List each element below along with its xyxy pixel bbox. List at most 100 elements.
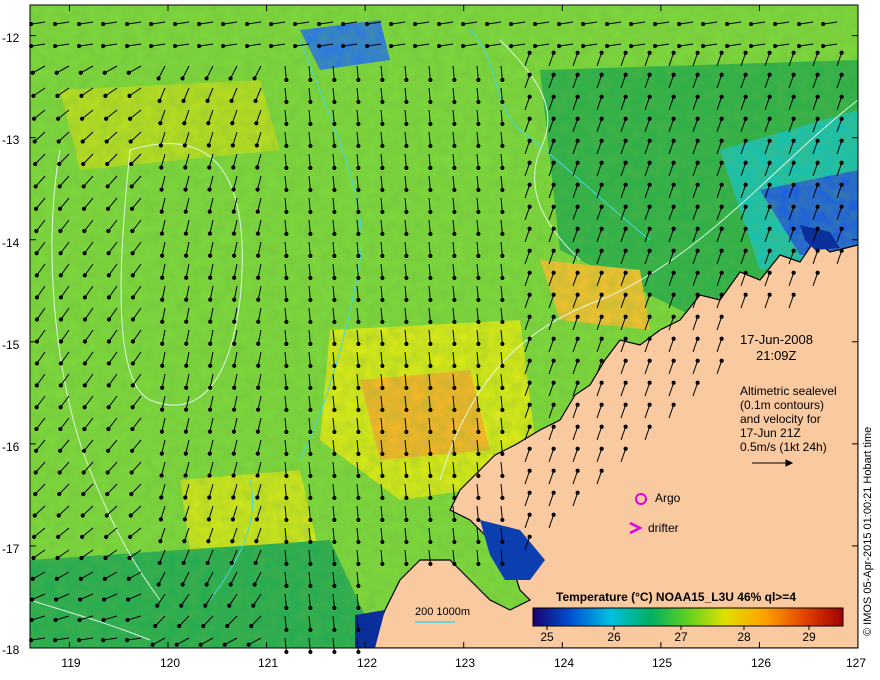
velocity-arrow-head [356,429,361,435]
velocity-arrow-head [356,627,361,633]
velocity-arrow-head [77,21,82,27]
velocity-arrow-head [575,204,580,209]
velocity-arrow-head [308,231,313,237]
velocity-arrow-head [743,138,748,143]
velocity-arrow-head [575,292,580,297]
velocity-arrow-head [308,77,313,83]
velocity-arrow-head [53,21,58,27]
velocity-arrow-head [55,555,60,561]
velocity-arrow-head [206,517,211,522]
velocity-arrow-head [719,50,724,55]
velocity-arrow-head [130,339,136,344]
lon-label-122: 122 [356,656,378,670]
velocity-arrow-head [647,204,652,209]
velocity-arrow-head [58,361,64,366]
velocity-arrow-head [284,341,289,347]
velocity-arrow-head [695,116,700,121]
velocity-arrow-head [332,187,337,193]
velocity-arrow-head [575,402,580,407]
velocity-arrow-head [476,517,481,523]
velocity-arrow-head [232,319,237,324]
velocity-arrow-head [356,297,361,303]
velocity-arrow-head [743,94,748,99]
velocity-arrow-head [208,319,213,324]
velocity-arrow-head [81,470,86,475]
velocity-arrow-head [231,187,236,192]
velocity-arrow-head [308,121,313,127]
velocity-arrow-head [599,380,604,385]
velocity-arrow-head [428,561,433,567]
velocity-arrow-head [308,583,313,589]
velocity-arrow-head [204,76,209,81]
velocity-arrow-head [34,295,40,300]
velocity-arrow-head [54,70,59,75]
velocity-arrow-head [428,539,433,545]
velocity-arrow-head [284,517,289,523]
velocity-arrow-head [58,273,63,278]
velocity-arrow-head [839,94,844,99]
velocity-arrow-head [197,43,202,49]
velocity-arrow-head [158,121,163,126]
velocity-arrow-head [380,209,385,215]
velocity-arrow-head [815,204,820,209]
velocity-arrow-head [428,341,433,347]
velocity-arrow-head [106,273,111,278]
velocity-arrow-head [743,182,748,187]
velocity-arrow-head [791,292,796,297]
velocity-arrow-head [308,297,313,303]
velocity-arrow-head [599,424,604,429]
colorbar-label-28: 28 [737,630,751,644]
time-text: 21:09Z [756,348,797,363]
velocity-note-line: (0.1m contours) [740,398,825,412]
velocity-arrow-head [56,139,61,144]
velocity-arrow-head [839,182,844,187]
velocity-arrow-head [105,470,110,475]
velocity-arrow-head [527,314,532,319]
velocity-arrow-head [404,275,409,281]
velocity-arrow-head [452,77,457,83]
velocity-arrow-head [356,143,361,149]
velocity-arrow-head [184,297,189,302]
velocity-arrow-head [428,363,433,369]
velocity-arrow-head [53,617,58,623]
velocity-arrow-head [719,314,724,319]
velocity-arrow-head [719,182,724,187]
velocity-arrow-head [791,226,796,231]
velocity-arrow-head [130,273,135,278]
velocity-arrow-head [332,165,337,171]
velocity-arrow-head [623,72,628,77]
velocity-arrow-head [551,94,556,99]
velocity-arrow-head [527,94,532,99]
velocity-arrow-head [551,358,556,363]
velocity-arrow-head [551,116,556,121]
velocity-arrow-head [404,429,409,435]
velocity-arrow-head [404,209,409,215]
velocity-arrow-head [404,319,409,325]
velocity-arrow-head [284,561,289,567]
velocity-arrow-head [332,231,337,237]
velocity-arrow-head [159,429,165,434]
velocity-arrow-head [159,209,164,214]
velocity-arrow-head [509,21,514,27]
velocity-arrow-head [725,43,730,49]
velocity-note-line: Altimetric sealevel [740,384,837,398]
velocity-arrow-head [389,21,394,27]
velocity-arrow-head [57,470,62,475]
velocity-arrow-head [500,77,505,83]
velocity-arrow-head [182,539,187,544]
velocity-arrow-head [126,597,131,602]
velocity-arrow-head [725,21,730,27]
velocity-arrow-head [437,43,442,49]
velocity-arrow-head [428,429,433,435]
velocity-arrow-head [255,473,260,478]
velocity-arrow-head [33,206,39,211]
velocity-arrow-head [551,446,556,451]
velocity-arrow-head [500,561,505,567]
velocity-arrow-head [500,495,505,501]
velocity-arrow-head [404,187,409,193]
velocity-arrow-head [254,143,259,148]
velocity-arrow-head [743,248,748,253]
velocity-arrow-head [30,597,35,602]
velocity-arrow-head [647,138,652,143]
velocity-arrow-head [551,490,556,495]
